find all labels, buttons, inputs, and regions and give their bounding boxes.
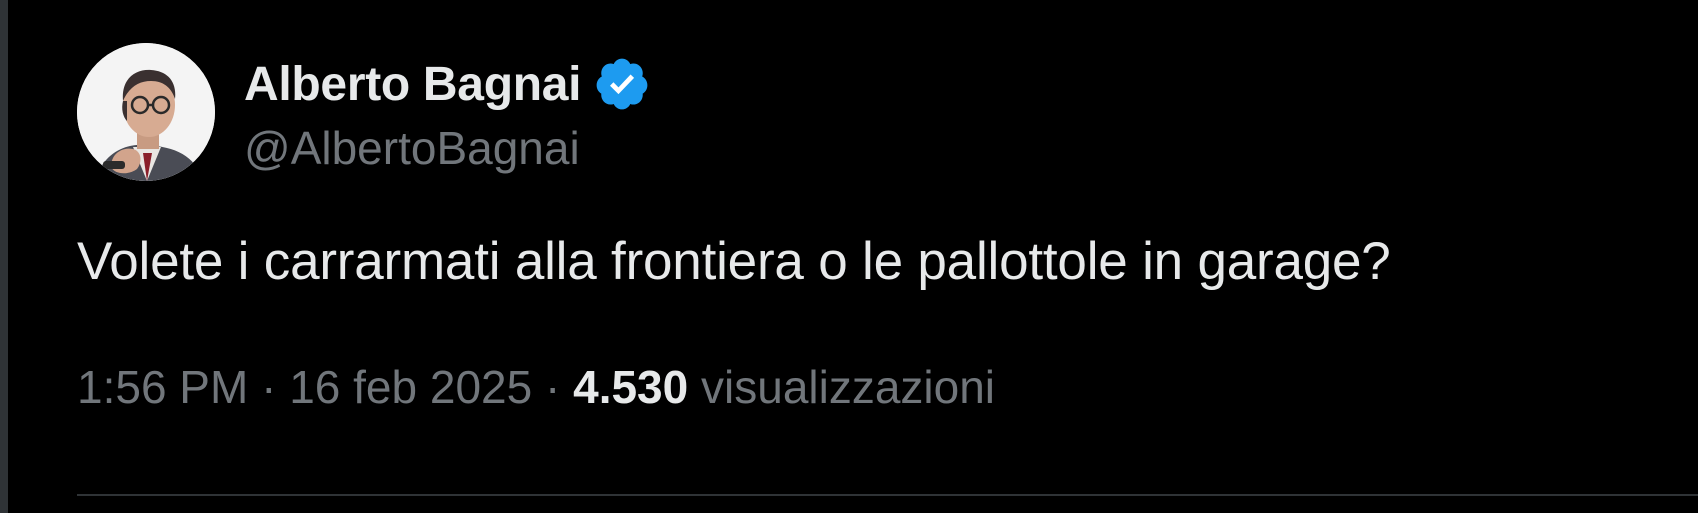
- tweet-time[interactable]: 1:56 PM: [77, 360, 248, 414]
- tweet-text: Volete i carrarmati alla frontiera o le …: [77, 232, 1391, 291]
- meta-separator: ·: [261, 361, 277, 413]
- verified-badge-icon[interactable]: [593, 55, 651, 113]
- tweet[interactable]: Alberto Bagnai @AlbertoBagnai Volete i c…: [77, 42, 1698, 414]
- views-count: 4.530: [573, 361, 689, 413]
- tweet-date[interactable]: 16 feb 2025: [289, 360, 532, 414]
- avatar-portrait-image: [77, 43, 215, 181]
- author-names: Alberto Bagnai @AlbertoBagnai: [244, 49, 651, 175]
- views-label: visualizzazioni: [701, 361, 996, 413]
- thread-left-border: [0, 0, 8, 513]
- divider: [77, 494, 1698, 496]
- tweet-header: Alberto Bagnai @AlbertoBagnai: [77, 42, 1698, 182]
- tweet-meta: 1:56 PM · 16 feb 2025 · 4.530 visualizza…: [77, 360, 1698, 414]
- name-row: Alberto Bagnai: [244, 49, 651, 119]
- author-handle[interactable]: @AlbertoBagnai: [244, 121, 651, 175]
- avatar[interactable]: [77, 43, 215, 181]
- tweet-screenshot: Alberto Bagnai @AlbertoBagnai Volete i c…: [0, 0, 1698, 513]
- meta-space: [688, 360, 701, 414]
- author-display-name[interactable]: Alberto Bagnai: [244, 57, 581, 112]
- meta-separator: ·: [545, 361, 561, 413]
